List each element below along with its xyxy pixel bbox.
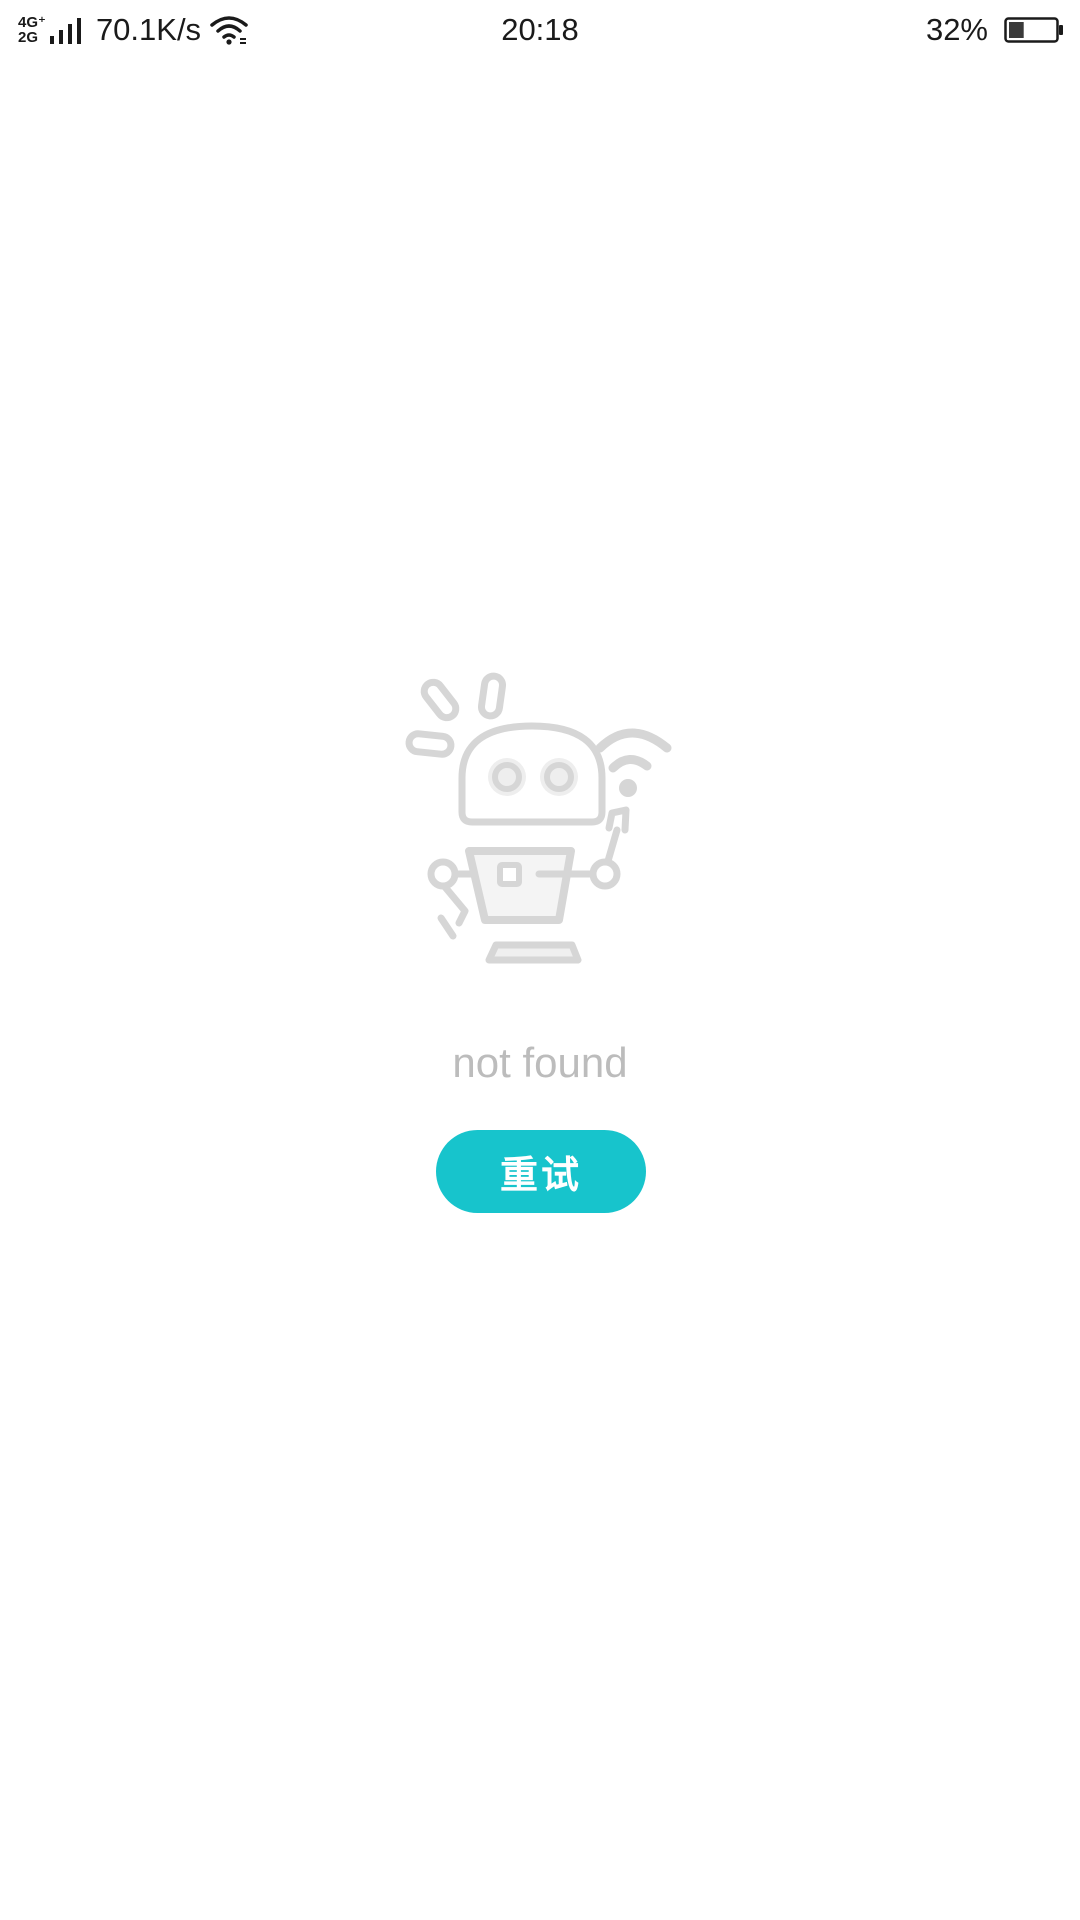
error-message: not found	[452, 1039, 628, 1086]
status-bar-time: 20:18	[501, 12, 579, 47]
robot-icon	[405, 672, 672, 964]
status-bar: 4G⁺ 2G 70.1K/s 20:18 32%	[0, 0, 1080, 58]
status-bar-right: 32%	[926, 8, 1064, 52]
battery-icon	[1004, 17, 1063, 43]
battery-percent: 32%	[925, 12, 988, 47]
retry-button[interactable]: 重试	[436, 1130, 646, 1213]
